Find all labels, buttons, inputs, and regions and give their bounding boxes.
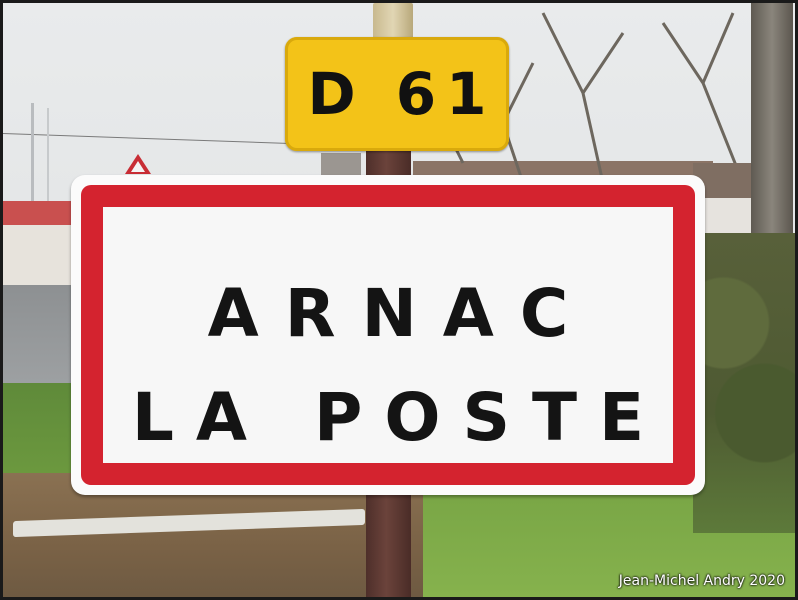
- building-left: [3, 201, 73, 291]
- town-name-line1: ARNAC: [207, 275, 595, 352]
- town-entry-sign: ARNAC LA POSTE: [71, 175, 705, 495]
- route-plate: D 61: [285, 37, 509, 151]
- back-sign: [321, 153, 361, 175]
- power-wire: [3, 133, 333, 146]
- photo-credit: Jean-Michel Andry 2020: [618, 573, 785, 589]
- hedge: [693, 233, 795, 533]
- town-sign-border: ARNAC LA POSTE: [81, 185, 695, 485]
- photo: D 61 ARNAC LA POSTE Jean-Michel Andry 20…: [3, 3, 795, 597]
- route-number: D 61: [307, 60, 497, 128]
- town-name-line2: LA POSTE: [131, 379, 667, 456]
- warning-triangle-inner: [131, 161, 145, 172]
- tree-trunk: [751, 3, 793, 263]
